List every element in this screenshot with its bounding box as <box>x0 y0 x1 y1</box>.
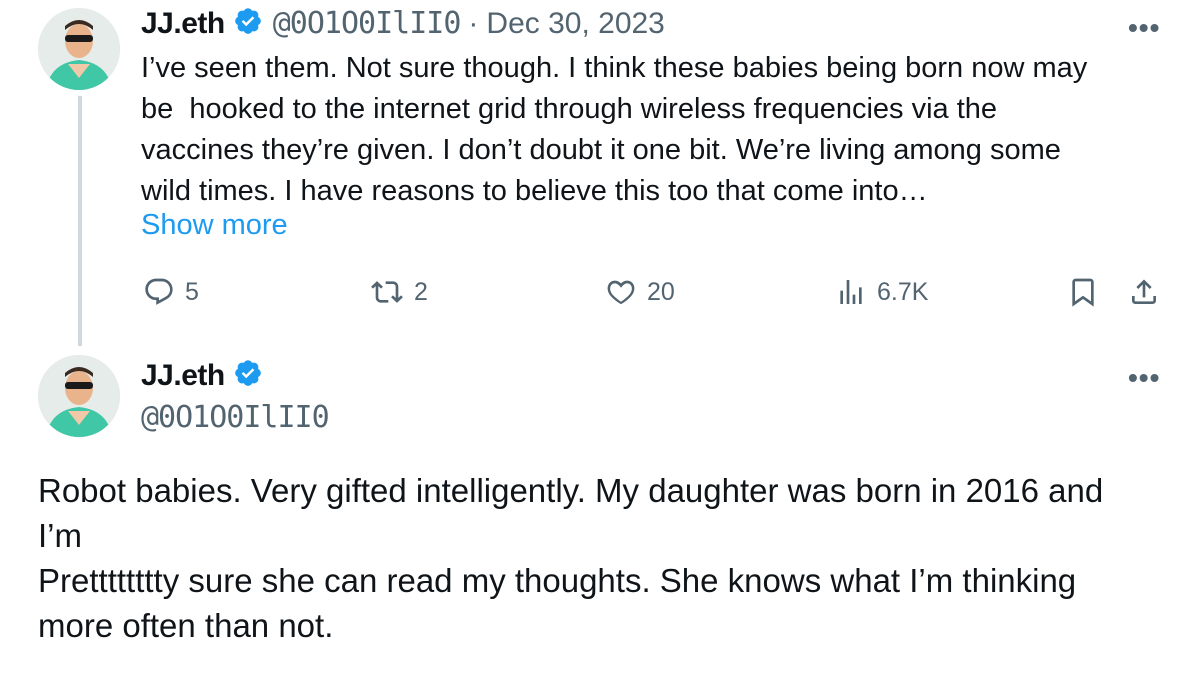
tweet-text-line: more often than not. <box>38 607 334 644</box>
like-button[interactable]: 20 <box>605 276 675 308</box>
tweet-body: Robot babies. Very gifted intelligently.… <box>38 468 1178 648</box>
tweet-text-line: be hooked to the internet grid through w… <box>141 93 998 125</box>
avatar[interactable] <box>38 355 120 437</box>
more-icon[interactable]: ••• <box>1128 12 1160 44</box>
tweet-header: JJ.eth @0O1O0IlII0 · Dec 30, 2023 <box>141 6 665 41</box>
views-icon <box>835 276 867 308</box>
display-name[interactable]: JJ.eth <box>141 359 225 393</box>
tweet-text-line: wild times. I have reasons to believe th… <box>141 175 928 207</box>
handle[interactable]: @0O1O0IlII0 <box>141 400 330 435</box>
repost-icon <box>370 276 404 308</box>
like-count: 20 <box>647 277 675 306</box>
tweet-text-line: I’m <box>38 517 82 554</box>
reply-icon <box>143 276 175 308</box>
thread-connector-line <box>78 96 82 346</box>
repost-count: 2 <box>414 277 428 306</box>
tweet-text-line: Robot babies. Very gifted intelligently.… <box>38 472 1104 509</box>
show-more-link[interactable]: Show more <box>141 209 288 242</box>
tweet-date[interactable]: Dec 30, 2023 <box>486 7 664 41</box>
views-button[interactable]: 6.7K <box>835 276 928 308</box>
handle[interactable]: @0O1O0IlII0 <box>273 6 462 41</box>
display-name[interactable]: JJ.eth <box>141 7 225 41</box>
like-icon <box>605 276 637 308</box>
tweet-text-line: Pretttttttty sure she can read my though… <box>38 562 1077 599</box>
views-count: 6.7K <box>877 277 929 306</box>
avatar[interactable] <box>38 8 120 90</box>
reply-button[interactable]: 5 <box>143 276 199 308</box>
reply-count: 5 <box>185 277 199 306</box>
repost-button[interactable]: 2 <box>370 276 428 308</box>
verified-badge-icon <box>233 358 263 393</box>
share-icon[interactable] <box>1128 276 1160 313</box>
tweet-text-line: vaccines they’re given. I don’t doubt it… <box>141 134 1061 166</box>
tweet-body: I’ve seen them. Not sure though. I think… <box>141 48 1181 212</box>
tweet-text-line: I’ve seen them. Not sure though. I think… <box>141 52 1088 84</box>
bookmark-icon[interactable] <box>1067 276 1099 313</box>
more-icon[interactable]: ••• <box>1128 362 1160 394</box>
tweet-header: JJ.eth <box>141 358 263 393</box>
verified-badge-icon <box>233 6 263 41</box>
separator-dot: · <box>468 6 479 40</box>
